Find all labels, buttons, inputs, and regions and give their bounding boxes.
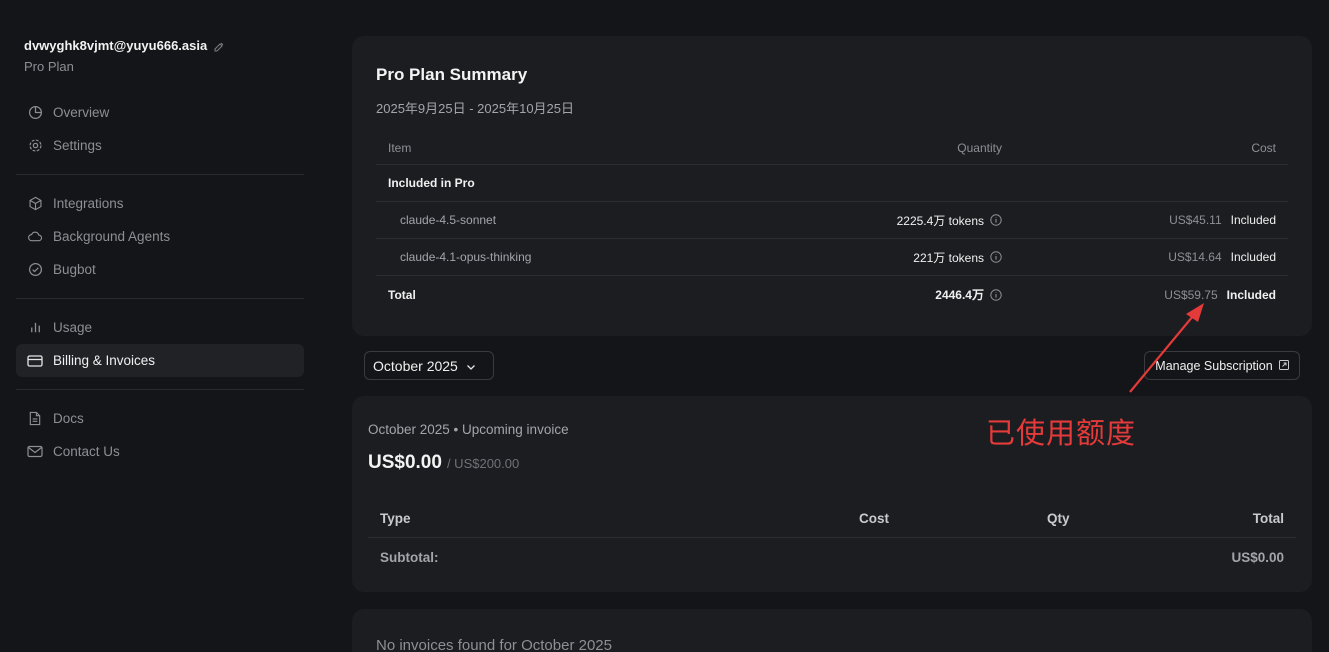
sidebar-item-background-agents[interactable]: Background Agents [16, 220, 304, 253]
pie-chart-icon [27, 105, 43, 121]
amount-limit: / US$200.00 [446, 456, 520, 471]
quantity-value: 2225.4万 tokens [896, 213, 984, 228]
sidebar-item-overview[interactable]: Overview [16, 96, 304, 129]
sidebar-item-label: Billing & Invoices [53, 353, 156, 368]
sidebar-divider [16, 389, 304, 390]
sidebar-item-integrations[interactable]: Integrations [16, 187, 304, 220]
sidebar-divider [16, 298, 304, 299]
header-cost: Cost [859, 511, 889, 526]
quantity-cell: 2225.4万 tokens [897, 212, 1002, 229]
sidebar-item-label: Bugbot [53, 262, 96, 277]
table-row-section: Included in Pro [376, 165, 1288, 202]
model-name: claude-4.5-sonnet [400, 213, 497, 227]
table-header: Item Quantity Cost [376, 132, 1288, 165]
sidebar-item-label: Usage [53, 320, 93, 335]
nav-group-features: Integrations Background Agents Bugbot [16, 187, 304, 286]
total-quantity: 2446.4万 [935, 288, 984, 302]
chevron-down-icon [466, 358, 476, 374]
month-value: October 2025 [373, 357, 458, 374]
cost-value: US$45.11 [1169, 213, 1222, 227]
sidebar-item-usage[interactable]: Usage [16, 311, 304, 344]
table-header: Type Cost Qty Total [368, 500, 1296, 538]
header-qty: Qty [1047, 511, 1070, 526]
sidebar-divider [16, 174, 304, 175]
summary-title: Pro Plan Summary [376, 65, 528, 84]
sidebar-item-label: Background Agents [53, 229, 171, 244]
gear-icon [27, 138, 43, 154]
account-email: dvwyghk8vjmt@yuyu666.asia [24, 38, 208, 53]
cost-cell: US$45.11 Included [1169, 213, 1276, 227]
cube-icon [27, 196, 43, 212]
sidebar-item-bugbot[interactable]: Bugbot [16, 253, 304, 286]
quantity-cell: 2446.4万 [935, 286, 1002, 303]
invoice-amount: US$0.00 / US$200.00 [368, 452, 519, 474]
sidebar-item-contact[interactable]: Contact Us [16, 435, 304, 468]
document-icon [27, 411, 43, 427]
sidebar-item-docs[interactable]: Docs [16, 402, 304, 435]
invoices-list-card: No invoices found for October 2025 [352, 609, 1312, 652]
quantity-value: 221万 tokens [913, 250, 984, 265]
sidebar-item-label: Docs [53, 411, 84, 426]
summary-dates: 2025年9月25日 - 2025年10月25日 [376, 101, 575, 116]
month-dropdown[interactable]: October 2025 [364, 351, 494, 380]
credit-card-icon [27, 353, 43, 369]
sidebar-item-label: Integrations [53, 196, 124, 211]
header-type: Type [380, 511, 411, 526]
external-link-icon [1278, 359, 1289, 373]
bar-chart-icon [27, 320, 43, 336]
section-label: Included in Pro [388, 176, 475, 190]
plan-label: Pro Plan [24, 59, 74, 74]
info-icon[interactable] [990, 288, 1002, 301]
amount-value: US$0.00 [368, 452, 442, 473]
sidebar-item-label: Settings [53, 138, 102, 153]
cost-cell: US$14.64 Included [1168, 250, 1276, 264]
annotation-label: 已使用额度 [986, 418, 1137, 450]
subtotal-label: Subtotal: [380, 549, 439, 565]
invoice-heading: October 2025 • Upcoming invoice [368, 422, 569, 437]
sidebar: dvwyghk8vjmt@yuyu666.asia Pro Plan Overv… [0, 0, 320, 652]
check-circle-icon [27, 262, 43, 278]
sidebar-item-label: Contact Us [53, 444, 120, 459]
invoice-card: October 2025 • Upcoming invoice US$0.00 … [352, 396, 1312, 592]
header-total: Total [1252, 511, 1284, 526]
header-item: Item [388, 141, 412, 155]
info-icon[interactable] [990, 214, 1002, 226]
annotation-arrow [1129, 303, 1204, 393]
cloud-icon [27, 229, 43, 245]
plan-summary-card: Pro Plan Summary 2025年9月25日 - 2025年10月25… [352, 36, 1312, 336]
header-quantity: Quantity [957, 141, 1002, 155]
sidebar-item-label: Overview [53, 105, 110, 120]
status-label: Included [1226, 287, 1276, 302]
subtotal-row: Subtotal: US$0.00 [368, 538, 1296, 576]
total-label: Total [388, 287, 416, 302]
nav-group-account: Usage Billing & Invoices [16, 311, 304, 377]
mail-icon [27, 444, 43, 460]
account-info: dvwyghk8vjmt@yuyu666.asia Pro Plan [24, 38, 225, 74]
edit-icon[interactable] [213, 40, 225, 52]
invoice-table: Type Cost Qty Total Subtotal: US$0.00 [368, 500, 1296, 576]
sidebar-item-billing[interactable]: Billing & Invoices [16, 344, 304, 377]
quantity-cell: 221万 tokens [913, 249, 1002, 266]
table-row: claude-4.5-sonnet 2225.4万 tokens US$45.1… [376, 202, 1288, 239]
table-row: claude-4.1-opus-thinking 221万 tokens US$… [376, 239, 1288, 276]
nav-group-help: Docs Contact Us [16, 402, 304, 468]
nav-group-main: Overview Settings [16, 96, 304, 162]
status-label: Included [1230, 213, 1276, 227]
info-icon[interactable] [990, 251, 1002, 263]
model-name: claude-4.1-opus-thinking [400, 250, 532, 264]
empty-message: No invoices found for October 2025 [376, 637, 612, 652]
cost-value: US$14.64 [1168, 250, 1222, 264]
sidebar-item-settings[interactable]: Settings [16, 129, 304, 162]
status-label: Included [1230, 250, 1276, 264]
header-cost: Cost [1251, 141, 1276, 155]
subtotal-value: US$0.00 [1231, 549, 1284, 565]
usage-table: Item Quantity Cost Included in Pro claud… [376, 132, 1288, 313]
